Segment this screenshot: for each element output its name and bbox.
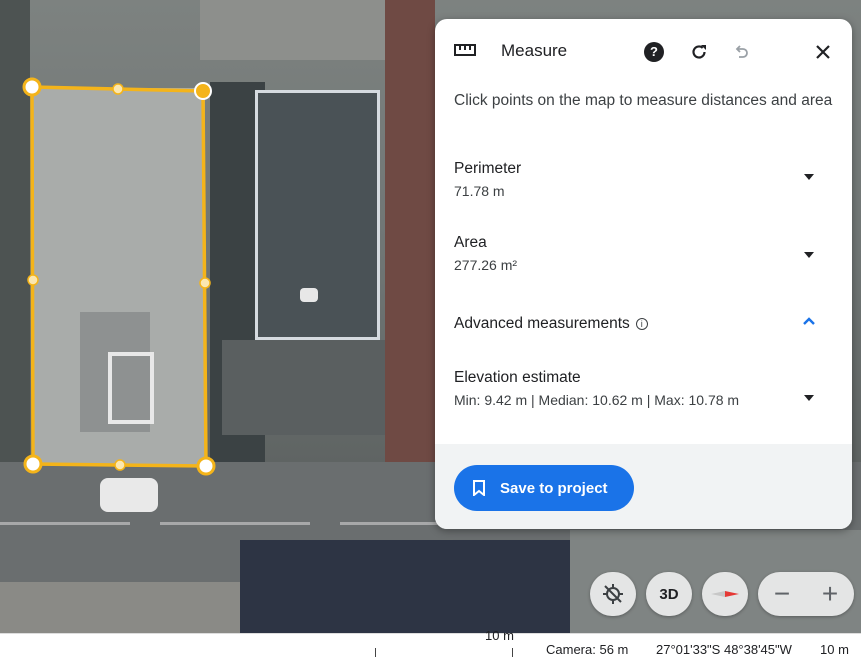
location-off-icon <box>603 584 623 604</box>
area-row[interactable]: Area 277.26 m² <box>454 232 834 276</box>
vertex-handle[interactable] <box>196 456 216 476</box>
zoom-control: − + <box>758 572 854 616</box>
vertex-handle[interactable] <box>23 454 43 474</box>
coordinates: 27°01'33"S 48°38'45"W <box>656 642 792 657</box>
zoom-in-button[interactable]: + <box>822 578 838 610</box>
measure-panel: Measure ? Click points on the map to mea… <box>435 19 852 529</box>
refresh-button[interactable] <box>686 39 712 65</box>
perimeter-row[interactable]: Perimeter 71.78 m <box>454 158 834 202</box>
midpoint-handle[interactable] <box>27 274 39 286</box>
3d-view-button[interactable]: 3D <box>646 572 692 616</box>
info-icon[interactable]: i <box>635 318 648 330</box>
vertex-handle[interactable] <box>194 82 212 100</box>
close-icon <box>816 45 830 59</box>
location-button[interactable] <box>590 572 636 616</box>
elevation-value: Min: 9.42 m | Median: 10.62 m | Max: 10.… <box>454 392 740 408</box>
area-label: Area <box>454 234 487 251</box>
save-to-project-label: Save to project <box>500 479 608 497</box>
measurement-outline <box>30 85 208 468</box>
chevron-up-icon[interactable] <box>802 314 816 328</box>
advanced-measurements-row[interactable]: Advanced measurements i <box>454 313 834 335</box>
undo-button[interactable] <box>728 39 754 65</box>
close-button[interactable] <box>810 39 836 65</box>
chevron-down-icon[interactable] <box>802 391 816 405</box>
scale-label-right: 10 m <box>820 642 849 657</box>
midpoint-handle[interactable] <box>112 83 124 95</box>
area-value: 277.26 m² <box>454 257 518 273</box>
panel-header: Measure ? <box>435 19 852 81</box>
camera-altitude: Camera: 56 m <box>546 642 629 657</box>
help-icon: ? <box>644 42 664 62</box>
ruler-icon <box>454 44 476 56</box>
panel-title: Measure <box>501 41 568 60</box>
elevation-row[interactable]: Elevation estimate Min: 9.42 m | Median:… <box>454 367 834 411</box>
panel-hint: Click points on the map to measure dista… <box>454 92 833 109</box>
compass-icon <box>711 591 739 597</box>
save-to-project-button[interactable]: Save to project <box>454 465 634 511</box>
perimeter-value: 71.78 m <box>454 183 505 199</box>
refresh-icon <box>692 45 706 59</box>
bookmark-icon <box>473 480 485 496</box>
3d-label: 3D <box>659 585 679 603</box>
compass-button[interactable] <box>702 572 748 616</box>
advanced-measurements-label: Advanced measurements i <box>454 313 834 335</box>
scale-tick <box>512 648 513 657</box>
midpoint-handle[interactable] <box>114 459 126 471</box>
undo-icon <box>735 45 748 58</box>
chevron-down-icon[interactable] <box>802 170 816 184</box>
advanced-measurements-text: Advanced measurements <box>454 315 630 332</box>
panel-footer: Save to project <box>435 444 852 529</box>
zoom-out-button[interactable]: − <box>774 578 790 610</box>
help-button[interactable]: ? <box>641 39 667 65</box>
perimeter-label: Perimeter <box>454 160 522 177</box>
midpoint-handle[interactable] <box>199 277 211 289</box>
chevron-down-icon[interactable] <box>802 248 816 262</box>
vertex-handle[interactable] <box>22 77 42 97</box>
scale-tick <box>375 648 376 657</box>
status-bar: 10 m Camera: 56 m 27°01'33"S 48°38'45"W … <box>0 628 861 661</box>
elevation-label: Elevation estimate <box>454 369 581 386</box>
scale-label: 10 m <box>485 628 514 643</box>
